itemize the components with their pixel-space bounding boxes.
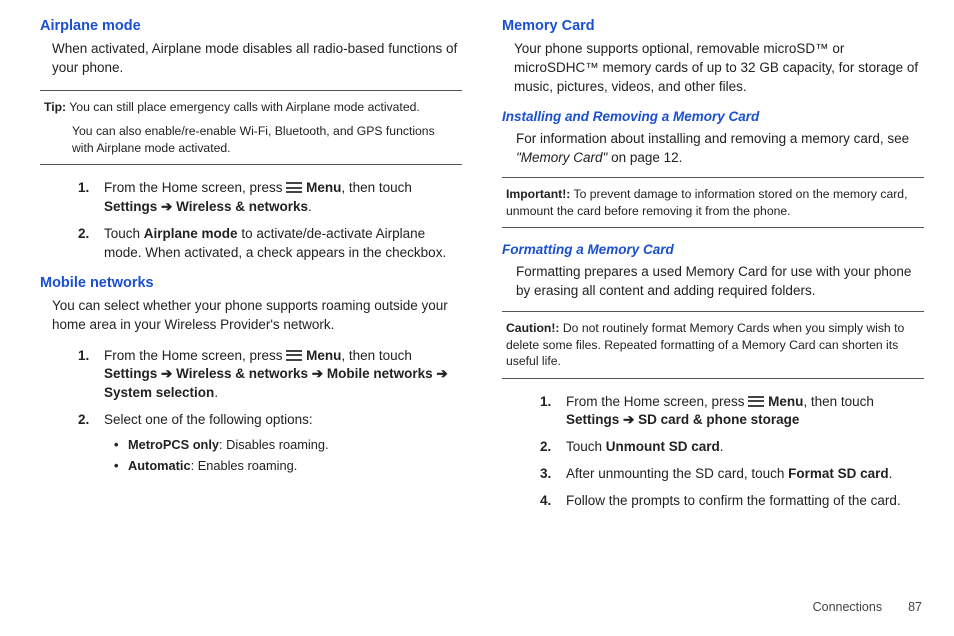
menu-label: Menu <box>768 394 803 409</box>
format-step-1: 1. From the Home screen, press Menu, the… <box>540 393 924 431</box>
step-text: . <box>214 385 218 400</box>
airplane-step-2: 2. Touch Airplane mode to activate/de-ac… <box>78 225 462 263</box>
menu-icon <box>286 350 302 361</box>
arrow: ➔ <box>308 366 327 381</box>
step-text: Touch <box>566 439 606 454</box>
tip-text: You can still place emergency calls with… <box>66 100 420 114</box>
step-text: After unmounting the SD card, touch <box>566 466 788 481</box>
step-text: . <box>889 466 893 481</box>
page-footer: Connections 87 <box>0 600 954 614</box>
heading-install-remove: Installing and Removing a Memory Card <box>502 109 924 124</box>
path-settings: Settings <box>566 412 619 427</box>
menu-label: Menu <box>306 180 341 195</box>
format-step-2: 2. Touch Unmount SD card. <box>540 438 924 457</box>
step-text: Select one of the following options: <box>104 412 313 427</box>
step-text: , then touch <box>341 348 412 363</box>
mobile-intro: You can select whether your phone suppor… <box>52 297 462 335</box>
menu-icon <box>286 182 302 193</box>
step-text: , then touch <box>803 394 874 409</box>
airplane-step-1: 1. From the Home screen, press Menu, the… <box>78 179 462 217</box>
important-box: Important!: To prevent damage to informa… <box>502 177 924 228</box>
tip-label: Tip: <box>44 100 66 114</box>
left-column: Airplane mode When activated, Airplane m… <box>40 18 462 590</box>
caution-text: Do not routinely format Memory Cards whe… <box>506 321 904 368</box>
mobile-steps: 1. From the Home screen, press Menu, the… <box>78 347 462 476</box>
arrow: ➔ <box>619 412 638 427</box>
menu-icon <box>748 396 764 407</box>
option-label: MetroPCS only <box>128 437 219 452</box>
path-wireless: Wireless & networks <box>176 199 308 214</box>
mobile-options: MetroPCS only: Disables roaming. Automat… <box>114 436 462 475</box>
heading-airplane-mode: Airplane mode <box>40 18 462 34</box>
path-settings: Settings <box>104 366 157 381</box>
format-sd-label: Format SD card <box>788 466 889 481</box>
important-label: Important!: <box>506 187 570 201</box>
mobile-step-2: 2. Select one of the following options: … <box>78 411 462 475</box>
install-text: For information about installing and rem… <box>516 130 924 168</box>
path-system-selection: System selection <box>104 385 214 400</box>
option-text: : Disables roaming. <box>219 437 329 452</box>
arrow: ➔ <box>157 199 176 214</box>
path-settings: Settings <box>104 199 157 214</box>
step-text: Follow the prompts to confirm the format… <box>566 493 901 508</box>
format-intro: Formatting prepares a used Memory Card f… <box>516 263 924 301</box>
step-text: From the Home screen, press <box>566 394 748 409</box>
airplane-steps: 1. From the Home screen, press Menu, the… <box>78 179 462 263</box>
mobile-step-1: 1. From the Home screen, press Menu, the… <box>78 347 462 404</box>
step-text: . <box>720 439 724 454</box>
footer-section: Connections <box>813 600 883 614</box>
format-step-3: 3. After unmounting the SD card, touch F… <box>540 465 924 484</box>
tip-box-airplane: Tip: You can still place emergency calls… <box>40 90 462 165</box>
path-sd-storage: SD card & phone storage <box>638 412 799 427</box>
step-text: From the Home screen, press <box>104 348 286 363</box>
page-body: Airplane mode When activated, Airplane m… <box>0 0 954 600</box>
airplane-mode-label: Airplane mode <box>144 226 238 241</box>
format-steps: 1. From the Home screen, press Menu, the… <box>540 393 924 511</box>
memory-intro: Your phone supports optional, removable … <box>514 40 924 97</box>
path-mobile-networks: Mobile networks <box>327 366 433 381</box>
arrow: ➔ <box>157 366 176 381</box>
install-text-b: on page 12. <box>607 150 682 165</box>
page-number: 87 <box>908 600 922 614</box>
heading-formatting: Formatting a Memory Card <box>502 242 924 257</box>
arrow: ➔ <box>433 366 448 381</box>
option-label: Automatic <box>128 458 191 473</box>
caution-label: Caution!: <box>506 321 559 335</box>
caution-box: Caution!: Do not routinely format Memory… <box>502 311 924 378</box>
install-text-a: For information about installing and rem… <box>516 131 909 146</box>
heading-mobile-networks: Mobile networks <box>40 275 462 291</box>
step-text: Touch <box>104 226 144 241</box>
airplane-intro: When activated, Airplane mode disables a… <box>52 40 462 78</box>
path-wireless: Wireless & networks <box>176 366 308 381</box>
tip-extra: You can also enable/re-enable Wi-Fi, Blu… <box>72 123 458 156</box>
heading-memory-card: Memory Card <box>502 18 924 34</box>
option-metropcs: MetroPCS only: Disables roaming. <box>114 436 462 455</box>
install-cross-ref: "Memory Card" <box>516 150 607 165</box>
option-text: : Enables roaming. <box>191 458 298 473</box>
menu-label: Menu <box>306 348 341 363</box>
unmount-label: Unmount SD card <box>606 439 720 454</box>
step-text: , then touch <box>341 180 412 195</box>
step-text: From the Home screen, press <box>104 180 286 195</box>
right-column: Memory Card Your phone supports optional… <box>502 18 924 590</box>
step-text: . <box>308 199 312 214</box>
format-step-4: 4. Follow the prompts to confirm the for… <box>540 492 924 511</box>
option-automatic: Automatic: Enables roaming. <box>114 457 462 476</box>
